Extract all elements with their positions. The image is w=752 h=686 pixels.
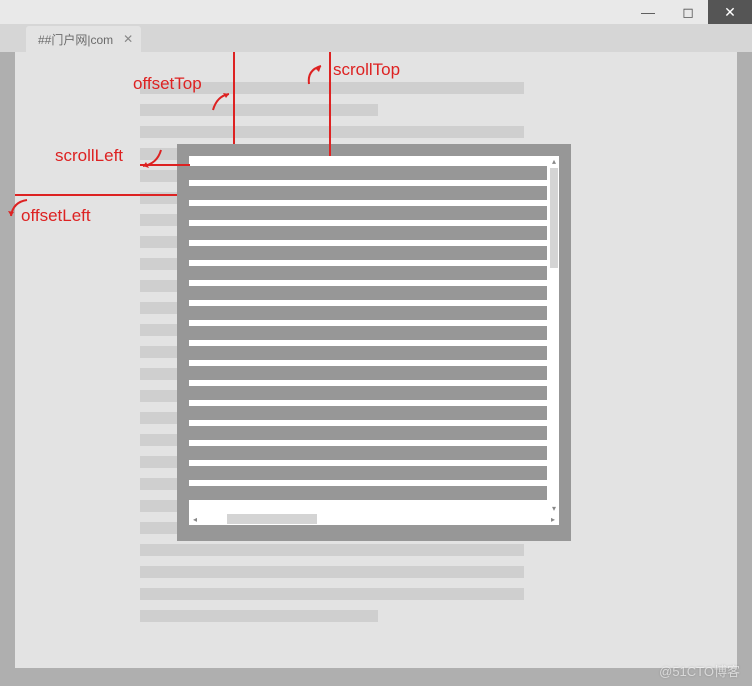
scroll-right-arrow-icon[interactable]: ▸: [547, 513, 559, 525]
label-scroll-top: scrollTop: [333, 60, 400, 80]
tab-title: ##门户网|com: [38, 31, 113, 48]
minimize-icon: —: [641, 4, 655, 20]
maximize-icon: ◻: [682, 4, 694, 21]
offset-left-arrow-icon: [5, 196, 31, 222]
scroll-up-arrow-icon[interactable]: ▴: [549, 156, 559, 166]
content-line: [189, 366, 547, 380]
offset-top-arrow-icon: [207, 90, 233, 116]
minimize-button[interactable]: —: [628, 0, 668, 24]
content-line: [189, 246, 547, 260]
vertical-scroll-thumb[interactable]: [550, 168, 558, 268]
page-surface: ▴ ▾ ◂ ▸ offsetTop scrollTop scrollLeft o…: [15, 52, 737, 668]
text-placeholder: [140, 610, 378, 622]
text-placeholder: [140, 544, 524, 556]
content-line: [189, 346, 547, 360]
label-offset-left: offsetLeft: [21, 206, 91, 226]
close-icon: ✕: [724, 4, 736, 21]
content-line: [189, 306, 547, 320]
text-placeholder: [140, 104, 378, 116]
content-line: [189, 386, 547, 400]
horizontal-scroll-thumb[interactable]: [227, 514, 317, 524]
text-placeholder: [140, 126, 524, 138]
content-line: [189, 206, 547, 220]
content-line: [189, 446, 547, 460]
vertical-scrollbar[interactable]: ▴ ▾: [549, 156, 559, 513]
close-button[interactable]: ✕: [708, 0, 752, 24]
window-titlebar: — ◻ ✕: [0, 0, 752, 24]
element-viewport: [189, 156, 559, 513]
watermark: @51CTO博客: [659, 661, 740, 680]
offset-left-line: [15, 194, 177, 196]
content-line: [189, 466, 547, 480]
tab-close-icon[interactable]: ✕: [123, 32, 133, 46]
offset-top-line: [233, 52, 235, 144]
label-offset-top: offsetTop: [133, 74, 202, 94]
content-line: [189, 406, 547, 420]
scroll-down-arrow-icon[interactable]: ▾: [549, 503, 559, 513]
text-placeholder: [140, 588, 524, 600]
content-line: [189, 186, 547, 200]
maximize-button[interactable]: ◻: [668, 0, 708, 24]
scrollable-element: ▴ ▾ ◂ ▸: [177, 144, 571, 541]
scroll-top-line: [329, 52, 331, 156]
text-placeholder: [140, 566, 524, 578]
label-scroll-left: scrollLeft: [55, 146, 123, 166]
scroll-top-arrow-icon: [301, 62, 327, 88]
tab-strip: ##门户网|com ✕: [0, 24, 752, 52]
content-line: [189, 326, 547, 340]
browser-tab[interactable]: ##门户网|com ✕: [26, 26, 141, 52]
content-line: [189, 426, 547, 440]
horizontal-scrollbar[interactable]: ◂ ▸: [189, 513, 559, 525]
content-line: [189, 286, 547, 300]
content-line: [189, 226, 547, 240]
content-line: [189, 166, 547, 180]
scroll-left-arrow-icon[interactable]: ◂: [189, 513, 201, 525]
scroll-left-arrow-icon: [139, 144, 165, 170]
content-line: [189, 486, 547, 500]
inner-content: [189, 160, 547, 506]
content-line: [189, 266, 547, 280]
